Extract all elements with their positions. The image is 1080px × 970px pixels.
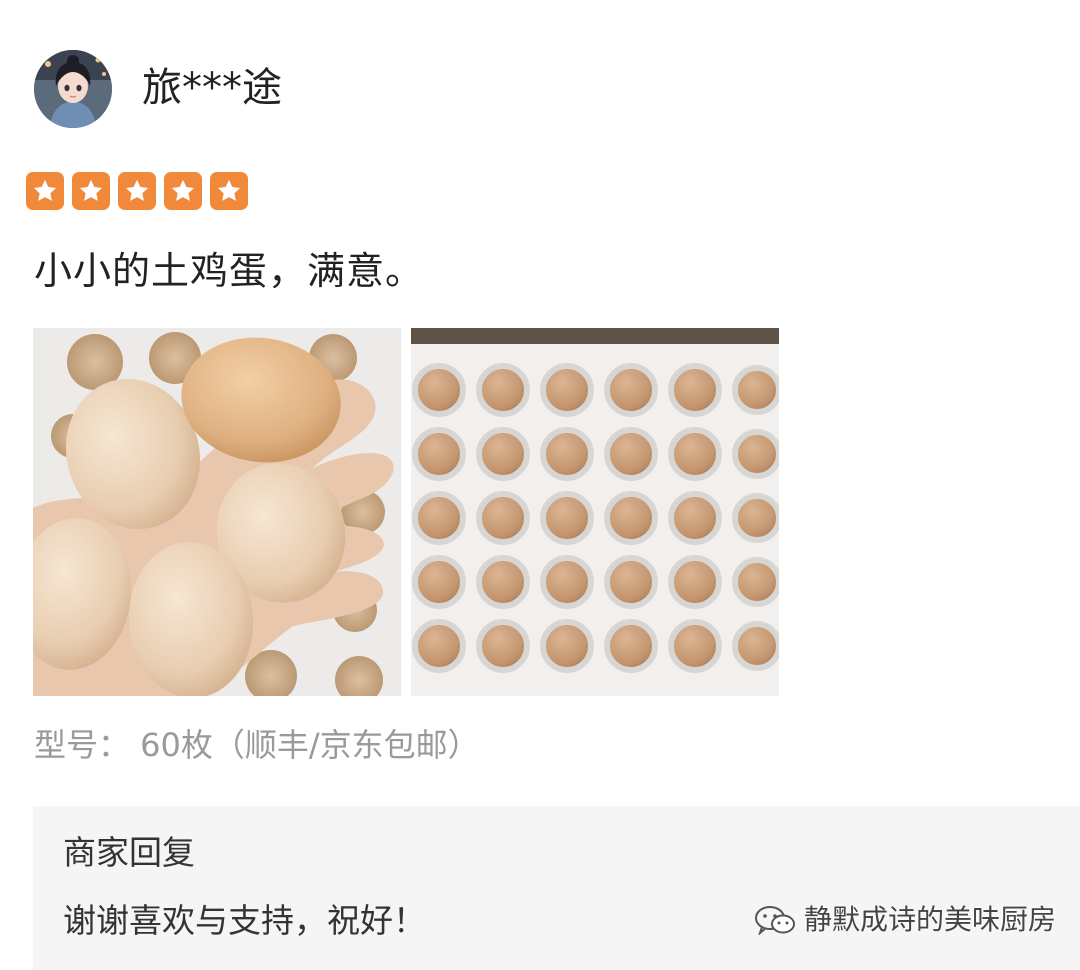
star-rating [26,172,248,210]
star-icon [118,172,156,210]
merchant-reply: 商家回复 谢谢喜欢与支持，祝好！ [33,806,1080,970]
username[interactable]: 旅***途 [142,62,282,114]
review-text: 小小的土鸡蛋，满意。 [34,249,425,293]
photo-eggs-in-hand[interactable] [33,328,401,696]
watermark-text: 静默成诗的美味厨房 [804,903,1057,936]
star-icon [26,172,64,210]
photo-egg-tray[interactable] [411,328,779,696]
wechat-icon [755,906,795,935]
merchant-reply-title: 商家回复 [63,833,195,872]
merchant-reply-text: 谢谢喜欢与支持，祝好！ [63,901,426,940]
avatar[interactable] [34,50,112,128]
watermark: 静默成诗的美味厨房 [754,898,1056,942]
star-icon [164,172,202,210]
avatar-girl-image [34,50,112,128]
star-icon [72,172,110,210]
star-icon [210,172,248,210]
product-model: 型号： 60枚（顺丰/京东包邮） [34,726,480,764]
